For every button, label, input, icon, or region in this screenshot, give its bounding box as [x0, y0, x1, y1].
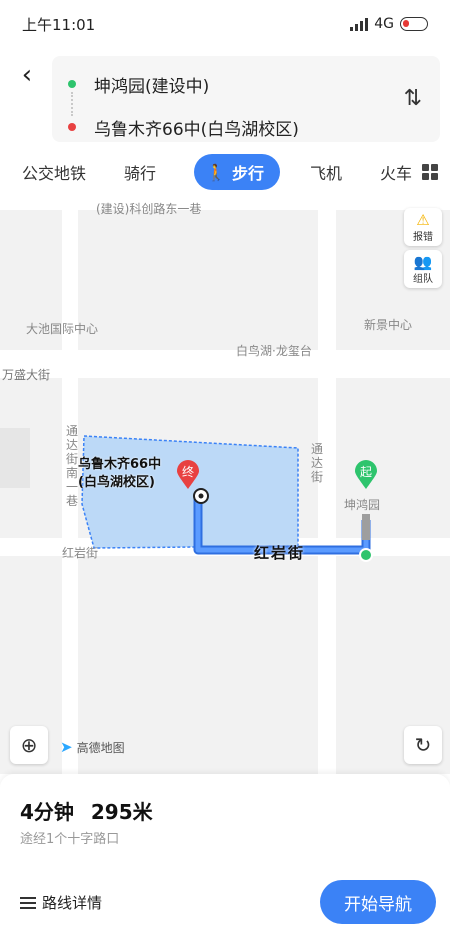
team-icon: 👥 [413, 252, 433, 271]
list-icon [20, 896, 36, 909]
label-kunhongyuan: 坤鸿园 [344, 498, 381, 512]
destination-label-line2: (白鸟湖校区) [78, 475, 155, 490]
route-summary-sheet: 4分钟 295米 途经1个十字路口 路线详情 开始导航 [0, 774, 450, 936]
route-input-box: 坤鸿园(建设中) 乌鲁木齐66中(白鸟湖校区) ⇅ [52, 56, 440, 142]
team-label: 组队 [413, 273, 433, 285]
destination-label-line1: 乌鲁木齐66中 [78, 457, 162, 472]
refresh-icon: ↻ [414, 733, 432, 757]
swap-icon[interactable]: ⇅ [404, 86, 422, 111]
travel-mode-tabs: 公交地铁 骑行 🚶 步行 飞机 火车 [0, 146, 450, 198]
label-hongyan-left: 红岩街 [62, 546, 99, 560]
tab-walking[interactable]: 🚶 步行 [194, 154, 280, 190]
warning-icon: ⚠ [416, 210, 430, 229]
label-wansheng: 万盛大街 [2, 368, 51, 382]
road-tongda [318, 198, 336, 774]
status-time: 上午11:01 [22, 15, 96, 34]
report-error-button[interactable]: ⚠ 报错 [404, 208, 442, 246]
route-start-dot [359, 548, 373, 562]
poi-bainiaohu[interactable]: 白鸟湖·龙玺台 [236, 342, 312, 359]
amap-logo-icon: ➤ [60, 738, 73, 756]
route-dash [71, 92, 73, 116]
tab-train[interactable]: 火车 [380, 160, 412, 184]
road-top [0, 198, 450, 210]
route-summary: 4分钟 295米 [20, 796, 153, 825]
locate-icon: ⊕ [20, 733, 38, 757]
back-arrow-icon[interactable]: ‹ [12, 60, 42, 90]
team-button[interactable]: 👥 组队 [404, 250, 442, 288]
route-header: ‹ 坤鸿园(建设中) 乌鲁木齐66中(白鸟湖校区) ⇅ [0, 48, 450, 146]
block-left [0, 428, 30, 488]
brand-text: 高德地图 [76, 740, 125, 755]
via-text: 途经1个十字路口 [20, 832, 120, 847]
route-details-button[interactable]: 路线详情 [20, 892, 102, 913]
tab-walking-label: 步行 [231, 164, 264, 183]
locate-button[interactable]: ⊕ [10, 726, 48, 764]
refresh-button[interactable]: ↻ [404, 726, 442, 764]
grid-icon[interactable] [422, 164, 438, 180]
tab-flight[interactable]: 飞机 [310, 160, 342, 184]
walking-icon: 🚶 [206, 162, 226, 182]
start-navigation-button[interactable]: 开始导航 [320, 880, 436, 924]
brand-logo: ➤ 高德地图 [60, 738, 125, 756]
status-indicators: 4G [350, 16, 428, 32]
poi-dachi[interactable]: 大池国际中心 [26, 320, 98, 337]
end-marker-text: 终 [181, 465, 194, 479]
route-details-label: 路线详情 [42, 894, 103, 912]
destination-label[interactable]: 乌鲁木齐66中 (白鸟湖校区) [78, 456, 161, 492]
end-marker-icon[interactable]: 终 [176, 460, 200, 490]
map-view[interactable]: (建设)科创路东一巷 大池国际中心 新景中心 白鸟湖·龙玺台 万盛大街 通达街南… [0, 198, 450, 774]
poi-xinjing[interactable]: 新景中心 [364, 316, 412, 333]
walking-route-screen: 上午11:01 4G ‹ 坤鸿园(建设中) 乌鲁木齐66中(白鸟湖校区) ⇅ 公… [0, 0, 450, 936]
report-error-label: 报错 [413, 231, 433, 243]
origin-field[interactable]: 坤鸿园(建设中) [94, 72, 209, 97]
status-bar: 上午11:01 4G [0, 0, 450, 48]
label-hongyan-main: 红岩街 [254, 544, 306, 562]
route-start-connector [362, 514, 370, 540]
label-tongda: 通达街 [311, 442, 324, 484]
distance-text: 295米 [90, 800, 153, 824]
battery-icon [400, 17, 428, 31]
origin-dot-icon [68, 80, 76, 88]
start-marker-icon[interactable]: 起 [354, 460, 378, 490]
signal-icon [350, 17, 369, 31]
start-marker-text: 起 [359, 465, 372, 479]
tab-transit[interactable]: 公交地铁 [22, 160, 86, 184]
campus-area [81, 435, 299, 549]
network-type: 4G [374, 16, 394, 32]
destination-dot-icon [68, 123, 76, 131]
label-science-road: (建设)科创路东一巷 [96, 202, 202, 216]
duration-text: 4分钟 [20, 800, 74, 824]
tab-cycling[interactable]: 骑行 [124, 160, 156, 184]
destination-field[interactable]: 乌鲁木齐66中(白鸟湖校区) [94, 115, 299, 140]
